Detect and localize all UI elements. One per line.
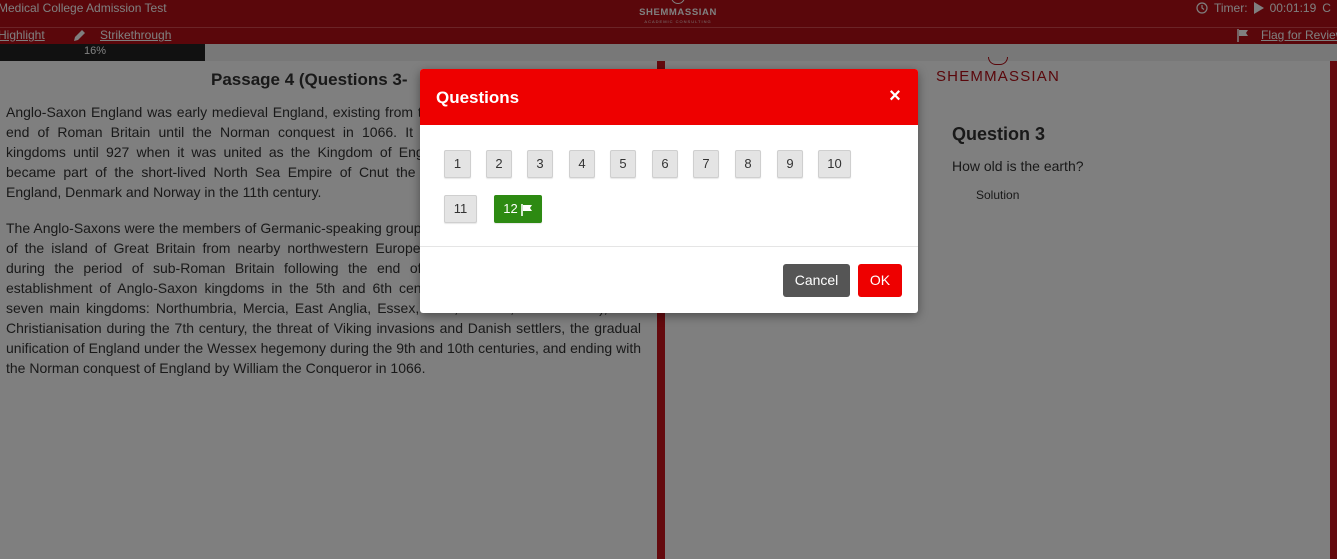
question-button-1[interactable]: 1 bbox=[444, 150, 471, 178]
question-button-label: 12 bbox=[503, 201, 518, 216]
modal-header: Questions × bbox=[420, 69, 918, 125]
question-button-7[interactable]: 7 bbox=[693, 150, 719, 178]
question-button-2[interactable]: 2 bbox=[486, 150, 512, 178]
question-button-8[interactable]: 8 bbox=[735, 150, 761, 178]
question-button-3[interactable]: 3 bbox=[527, 150, 553, 178]
question-button-9[interactable]: 9 bbox=[777, 150, 803, 178]
modal-divider bbox=[420, 246, 918, 247]
flag-icon bbox=[520, 203, 532, 216]
question-button-4[interactable]: 4 bbox=[569, 150, 595, 178]
question-button-6[interactable]: 6 bbox=[652, 150, 678, 178]
ok-button[interactable]: OK bbox=[858, 264, 902, 297]
question-button-5[interactable]: 5 bbox=[610, 150, 636, 178]
questions-modal: Questions × 1 2 3 4 5 6 7 8 9 10 11 12 C… bbox=[420, 69, 918, 313]
question-button-12[interactable]: 12 bbox=[494, 195, 542, 223]
question-button-11[interactable]: 11 bbox=[444, 195, 477, 223]
modal-title: Questions bbox=[436, 88, 520, 107]
question-button-10[interactable]: 10 bbox=[818, 150, 851, 178]
cancel-button[interactable]: Cancel bbox=[783, 264, 850, 297]
close-icon[interactable]: × bbox=[887, 86, 903, 106]
